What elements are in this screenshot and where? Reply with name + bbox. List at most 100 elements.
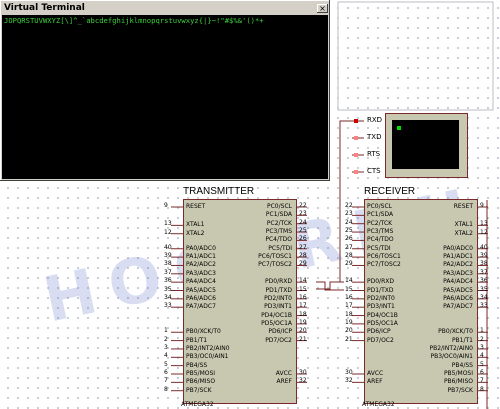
transmitter-left-pin-num[interactable]: 40: [164, 244, 172, 251]
receiver-left-pin-num[interactable]: 20: [345, 327, 353, 334]
receiver-left-pin-num[interactable]: 24: [345, 219, 353, 226]
transmitter-right-pin-num[interactable]: 15: [299, 286, 307, 293]
receiver-right-pin-num[interactable]: 3: [480, 344, 484, 351]
receiver-right-pin-num[interactable]: 13: [480, 220, 488, 227]
receiver-left-pin-num[interactable]: 23: [345, 210, 353, 217]
transmitter-left-pin-num[interactable]: 2: [164, 336, 168, 343]
receiver-left-pin-num[interactable]: 17: [345, 302, 353, 309]
transmitter-left-pin-label: PA3/ADC3: [186, 269, 216, 277]
terminal-device-pin-label: CTS: [367, 167, 381, 175]
transmitter-right-pin-num[interactable]: 18: [299, 311, 307, 318]
receiver-right-pin-num[interactable]: 7: [480, 377, 484, 384]
receiver-right-pin-num[interactable]: 6: [480, 369, 484, 376]
receiver-right-pin-num[interactable]: 12: [480, 229, 488, 236]
transmitter-right-pin-num[interactable]: 29: [299, 260, 307, 267]
receiver-left-pin-num[interactable]: 15: [345, 286, 353, 293]
transmitter-left-pin-num[interactable]: 37: [164, 269, 172, 276]
transmitter-right-pin-num[interactable]: 28: [299, 252, 307, 259]
receiver-right-pin-num[interactable]: 36: [480, 277, 488, 284]
receiver-right-pin-num[interactable]: 34: [480, 294, 488, 301]
window-title: Virtual Terminal: [4, 3, 85, 13]
receiver-right-pin-num[interactable]: 39: [480, 252, 488, 259]
transmitter-right-pin-num[interactable]: 27: [299, 244, 307, 251]
transmitter-right-pin-num[interactable]: 21: [299, 336, 307, 343]
transmitter-left-pin-num[interactable]: 3: [164, 344, 168, 351]
pin-state-indicator: [354, 136, 358, 140]
transmitter-right-pin-num[interactable]: 25: [299, 227, 307, 234]
transmitter-left-pin-label: PA7/ADC7: [186, 303, 216, 311]
transmitter-left-pin-num[interactable]: 8: [164, 386, 168, 393]
receiver-right-pin-num[interactable]: 1: [480, 327, 484, 334]
transmitter-left-pin-num[interactable]: 4: [164, 352, 168, 359]
receiver-right-pin-num[interactable]: 33: [480, 302, 488, 309]
transmitter-left-pin-num[interactable]: 34: [164, 294, 172, 301]
receiver-right-pin-num[interactable]: 5: [480, 361, 484, 368]
receiver-left-pin-num[interactable]: 25: [345, 227, 353, 234]
transmitter-left-pin-num[interactable]: 5: [164, 361, 168, 368]
receiver-right-pin-label: PB5/MOSI: [443, 370, 473, 377]
transmitter-left-pin-num[interactable]: 9: [164, 202, 168, 209]
receiver-left-pin-label: PD0/RXD: [367, 278, 394, 286]
receiver-left-pin-num[interactable]: 29: [345, 260, 353, 267]
transmitter-part: ATMEGA32: [181, 401, 214, 408]
receiver-left-pin-num[interactable]: 27: [345, 244, 353, 251]
transmitter-right-pin-label: PD4/OC1B: [261, 311, 292, 319]
transmitter-right-pin-num[interactable]: 24: [299, 219, 307, 226]
transmitter-right-pin-num[interactable]: 19: [299, 319, 307, 326]
transmitter-left-pin-num[interactable]: 13: [164, 220, 172, 227]
receiver-right-pin-label: PA0/ADC0: [443, 244, 473, 252]
transmitter-left-pin-num[interactable]: 6: [164, 369, 168, 376]
receiver-left-pin-num[interactable]: 21: [345, 336, 353, 343]
receiver-left-pin-num[interactable]: 26: [345, 235, 353, 242]
transmitter-left-pin-label: PA0/ADC0: [186, 244, 216, 252]
receiver-right-pin-num[interactable]: 40: [480, 244, 488, 251]
transmitter-right-pin-num[interactable]: 16: [299, 294, 307, 301]
receiver-right-pin-num[interactable]: 9: [480, 202, 484, 209]
transmitter-left-pin-num[interactable]: 38: [164, 260, 172, 267]
receiver-right-pin-num[interactable]: 8: [480, 386, 484, 393]
transmitter-left-pin-num[interactable]: 36: [164, 277, 172, 284]
transmitter-right-pin-label: AVCC: [275, 370, 292, 377]
transmitter-right-pin-num[interactable]: 30: [299, 369, 307, 376]
receiver-left-pin-num[interactable]: 19: [345, 319, 353, 326]
transmitter-right-pin-num[interactable]: 26: [299, 235, 307, 242]
transmitter-left-pin-num[interactable]: 1: [164, 327, 168, 334]
receiver-left-pin-num[interactable]: 30: [345, 369, 353, 376]
receiver-left-pin-num[interactable]: 18: [345, 311, 353, 318]
receiver-right-pin-label: PB1/T1: [451, 336, 473, 344]
transmitter-left-pin-label: XTAL2: [186, 229, 205, 237]
transmitter-left-pin-num[interactable]: 39: [164, 252, 172, 259]
receiver-left-pin-num[interactable]: 32: [345, 377, 353, 384]
transmitter-right-pin-num[interactable]: 20: [299, 327, 307, 334]
transmitter-right-pin-label: PC7/TOSC2: [258, 261, 292, 269]
window-titlebar[interactable]: Virtual Terminal ×: [2, 2, 328, 14]
transmitter-right-pin-label: PD1/TXD: [265, 286, 292, 294]
receiver-right-pin-num[interactable]: 35: [480, 286, 488, 293]
terminal-output-area[interactable]: JOPQRSTUVWXYZ[\]^_`abcdefghijklmnopqrstu…: [2, 15, 328, 179]
transmitter-right-pin-num[interactable]: 23: [299, 210, 307, 217]
virtual-terminal-device[interactable]: [385, 113, 468, 178]
receiver-left-pin-num[interactable]: 28: [345, 252, 353, 259]
receiver-right-pin-num[interactable]: 4: [480, 352, 484, 359]
transmitter-right-pin-num[interactable]: 14: [299, 277, 307, 284]
transmitter-left-pin-num[interactable]: 33: [164, 302, 172, 309]
transmitter-right-pin-num[interactable]: 17: [299, 302, 307, 309]
receiver-right-pin-label: PB7/SCK: [447, 386, 473, 394]
receiver-right-pin-label: PB3/OC0/AIN1: [430, 353, 473, 361]
receiver-right-pin-num[interactable]: 2: [480, 336, 484, 343]
transmitter-right-pin-num[interactable]: 22: [299, 202, 307, 209]
receiver-right-pin-num[interactable]: 38: [480, 260, 488, 267]
receiver-left-pin-num[interactable]: 16: [345, 294, 353, 301]
transmitter-left-pin-num[interactable]: 12: [164, 229, 172, 236]
receiver-left-pin-num[interactable]: 22: [345, 202, 353, 209]
transmitter-left-pin-num[interactable]: 35: [164, 286, 172, 293]
transmitter-left-pin-num[interactable]: 7: [164, 377, 168, 384]
transmitter-right-pin-label: PC6/TOSC1: [258, 253, 292, 261]
receiver-left-pin-label: PC5/TDI: [367, 244, 391, 252]
transmitter-right-pin-num[interactable]: 32: [299, 377, 307, 384]
receiver-right-pin-num[interactable]: 37: [480, 269, 488, 276]
virtual-terminal-window[interactable]: Virtual Terminal × JOPQRSTUVWXYZ[\]^_`ab…: [0, 0, 330, 181]
close-icon[interactable]: ×: [317, 3, 328, 13]
receiver-left-pin-num[interactable]: 14: [345, 277, 353, 284]
receiver-right-pin-label: XTAL2: [454, 229, 473, 237]
